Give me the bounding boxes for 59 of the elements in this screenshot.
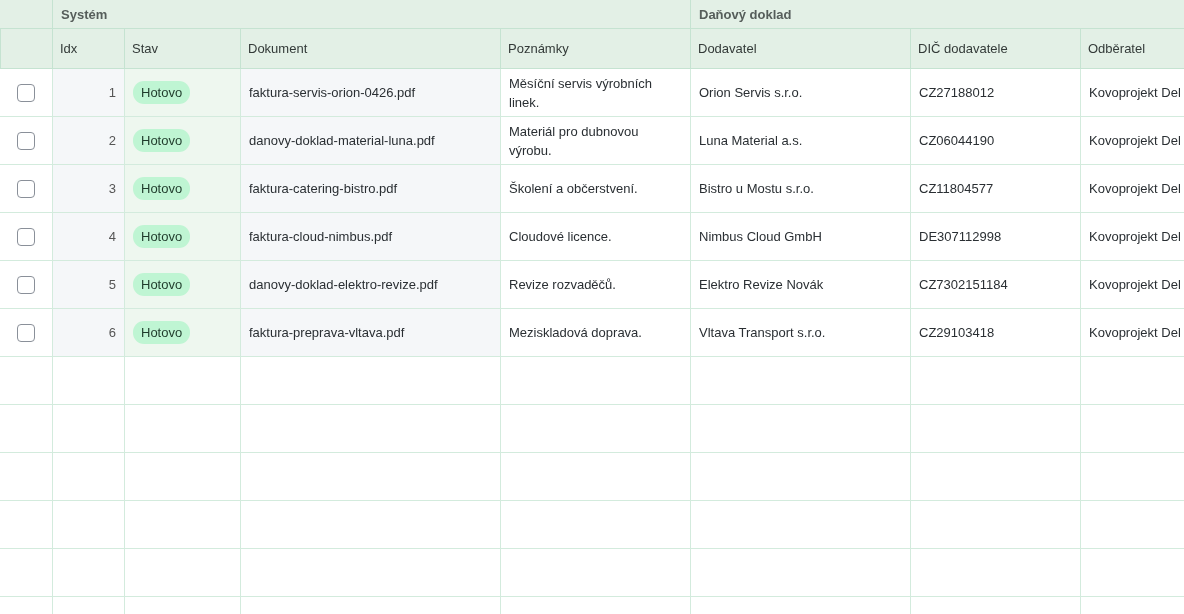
table-cell: Bistro u Mostu s.r.o. [690,165,910,213]
row-checkbox[interactable] [17,227,35,246]
status-badge: Hotovo [133,177,191,200]
table-cell: Meziskladová doprava. [500,309,690,357]
table-cell: Elektro Revize Novák [690,261,910,309]
table-cell: faktura-preprava-vltava.pdf [240,309,500,357]
table-cell: faktura-servis-orion-0426.pdf [240,69,500,117]
column-group-header: Daňový doklad [690,0,1184,29]
table-cell: Kovoprojekt Del [1080,213,1184,261]
table-cell: Kovoprojekt Del [1080,309,1184,357]
row-checkbox[interactable] [17,179,35,198]
table-cell: Kovoprojekt Del [1080,69,1184,117]
column-header[interactable]: Idx [52,29,124,69]
header-cell [0,29,52,69]
table-cell: Vltava Transport s.r.o. [690,309,910,357]
column-header[interactable]: DIČ dodavatele [910,29,1080,69]
table-cell: 6 [52,309,124,357]
table-cell: 5 [52,261,124,309]
table-cell: Nimbus Cloud GmbH [690,213,910,261]
status-badge: Hotovo [133,273,191,296]
table-cell: danovy-doklad-elektro-revize.pdf [240,261,500,309]
row-checkbox[interactable] [17,131,35,150]
table-cell: danovy-doklad-material-luna.pdf [240,117,500,165]
table-cell: Luna Material a.s. [690,117,910,165]
status-badge: Hotovo [133,321,191,344]
table-cell: CZ11804577 [910,165,1080,213]
table-cell: CZ7302151184 [910,261,1080,309]
column-header[interactable]: Dokument [240,29,500,69]
status-badge: Hotovo [133,225,191,248]
table-cell: Školení a občerstvení. [500,165,690,213]
status-badge: Hotovo [133,81,191,104]
table-cell: Materiál pro dubnovou výrobu. [500,117,690,165]
column-header[interactable]: Poznámky [500,29,690,69]
column-header[interactable]: Stav [124,29,240,69]
table-cell: Cloudové licence. [500,213,690,261]
table-cell: faktura-catering-bistro.pdf [240,165,500,213]
column-header[interactable]: Dodavatel [690,29,910,69]
header-cell [0,0,52,29]
row-checkbox[interactable] [17,275,35,294]
column-group-header: Systém [52,0,690,29]
table-cell: 4 [52,213,124,261]
table-cell: 2 [52,117,124,165]
table-cell: CZ29103418 [910,309,1080,357]
table-cell: 1 [52,69,124,117]
table-cell: Kovoprojekt Del [1080,165,1184,213]
table-cell: Orion Servis s.r.o. [690,69,910,117]
table-cell: faktura-cloud-nimbus.pdf [240,213,500,261]
row-checkbox[interactable] [17,83,35,102]
column-header[interactable]: Odběratel [1080,29,1184,69]
row-checkbox[interactable] [17,323,35,342]
table-cell: CZ06044190 [910,117,1080,165]
table-cell: 3 [52,165,124,213]
table-cell: DE307112998 [910,213,1080,261]
table-cell: Měsíční servis výrobních linek. [500,69,690,117]
status-badge: Hotovo [133,129,191,152]
table-cell: Kovoprojekt Del [1080,261,1184,309]
table-cell: Kovoprojekt Del [1080,117,1184,165]
table-cell: CZ27188012 [910,69,1080,117]
table-cell: Revize rozvaděčů. [500,261,690,309]
